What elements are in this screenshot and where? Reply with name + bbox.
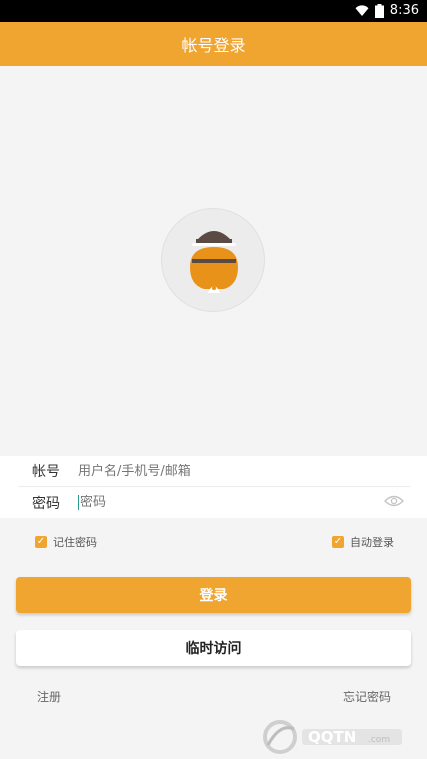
battery-icon	[374, 4, 384, 18]
wifi-icon	[355, 5, 369, 16]
check-icon: ✓	[332, 536, 344, 548]
register-link[interactable]: 注册	[37, 688, 61, 705]
footer-links: 注册 忘记密码	[0, 686, 427, 706]
auto-login-label: 自动登录	[350, 536, 394, 549]
forgot-password-link[interactable]: 忘记密码	[343, 688, 391, 705]
check-icon: ✓	[35, 536, 47, 548]
watermark-logo: QQTN .com	[263, 720, 402, 754]
avatar	[161, 208, 265, 312]
password-label: 密码	[32, 495, 60, 512]
guest-access-button[interactable]: 临时访问	[16, 630, 411, 666]
status-bar: 8:36	[0, 0, 427, 22]
status-time: 8:36	[389, 3, 419, 18]
text-cursor	[78, 495, 79, 510]
svg-text:.com: .com	[368, 735, 390, 745]
page-title: 帐号登录	[181, 36, 246, 55]
status-icons: 8:36	[355, 2, 419, 20]
login-button[interactable]: 登录	[16, 577, 411, 613]
svg-text:QQTN: QQTN	[308, 728, 356, 746]
show-password-eye-icon[interactable]	[384, 494, 404, 508]
password-row: 密码	[18, 487, 410, 518]
account-label: 帐号	[32, 464, 60, 480]
account-row: 帐号	[18, 456, 410, 487]
app-header: 帐号登录	[0, 22, 427, 66]
login-form: 帐号 密码	[0, 456, 427, 518]
account-input[interactable]	[78, 463, 410, 479]
remember-password-checkbox[interactable]: ✓ 记住密码	[35, 534, 97, 550]
avatar-mascot-icon	[190, 231, 238, 293]
login-options: ✓ 记住密码 ✓ 自动登录	[0, 530, 427, 554]
remember-password-label: 记住密码	[53, 536, 97, 549]
password-input[interactable]	[80, 495, 410, 510]
auto-login-checkbox[interactable]: ✓ 自动登录	[332, 534, 394, 550]
